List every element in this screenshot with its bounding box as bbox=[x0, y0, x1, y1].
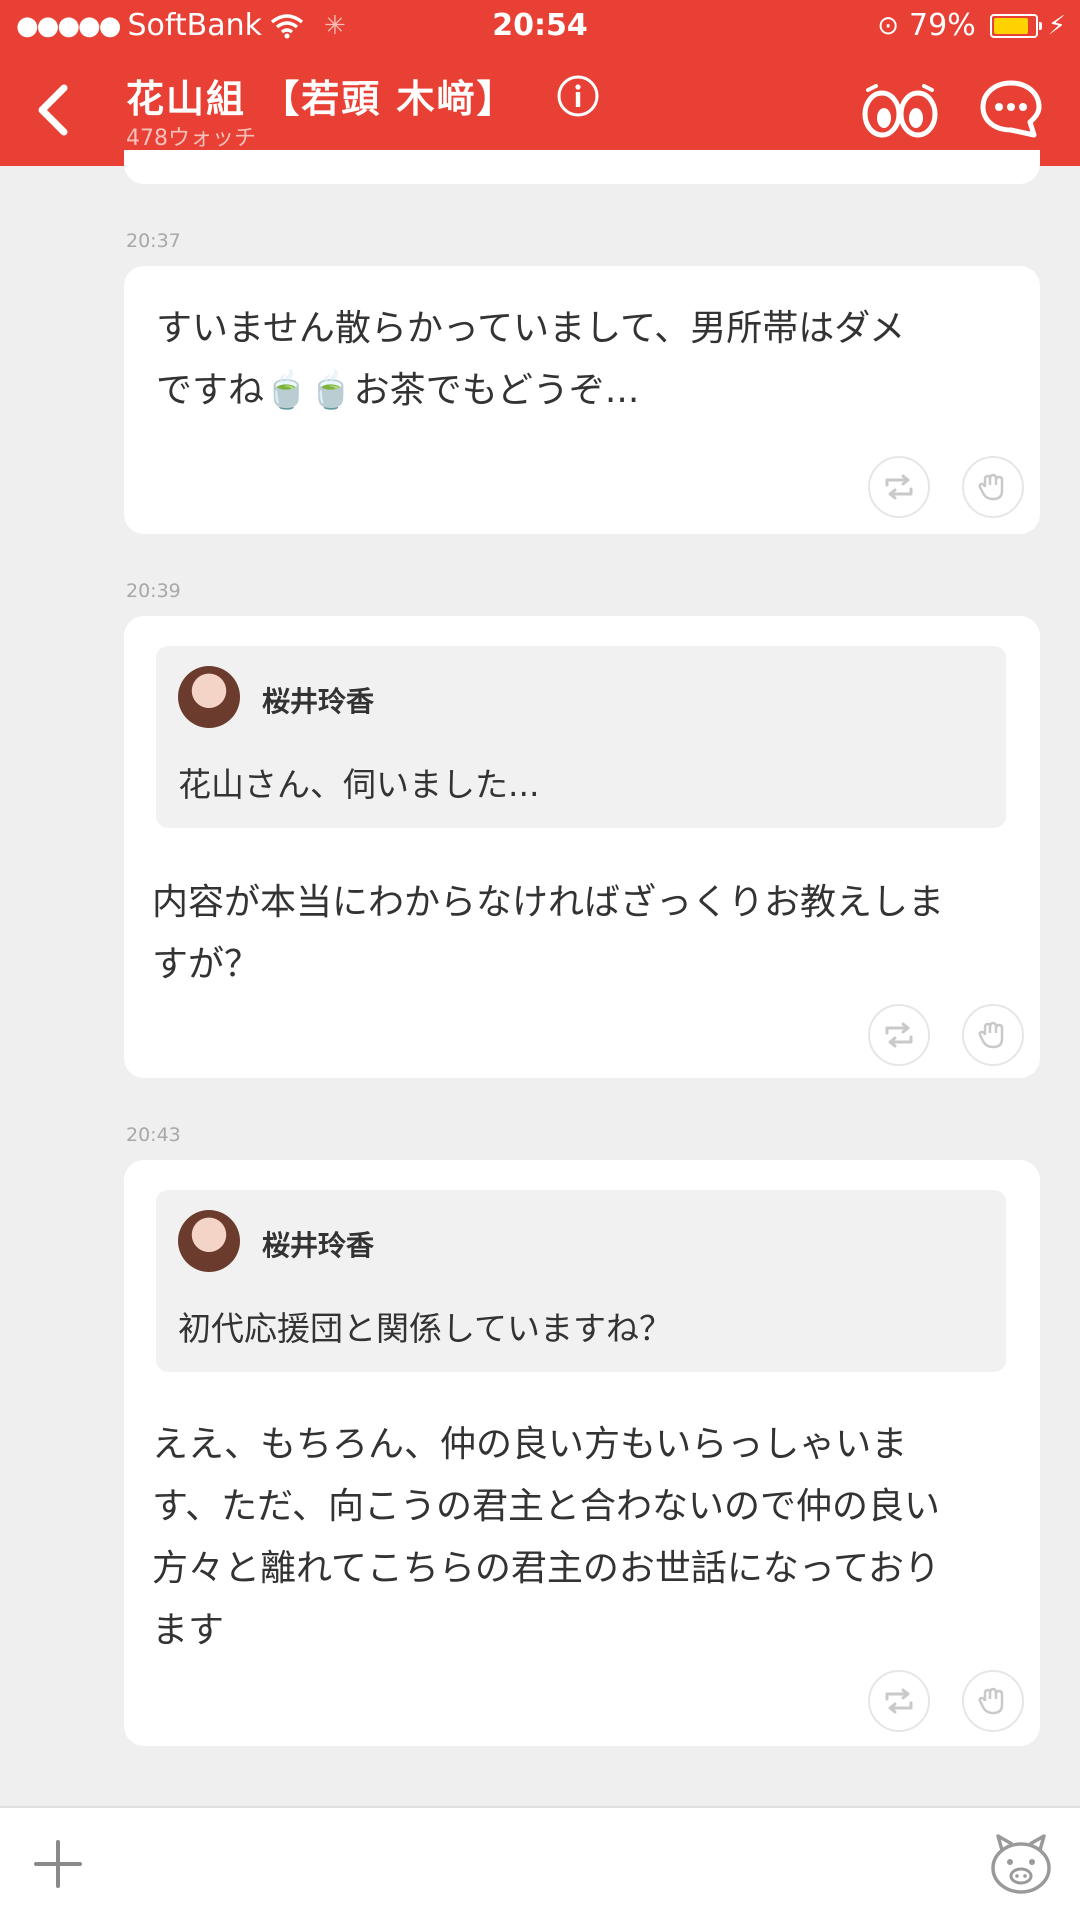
header-bar: ●●●●● SoftBank ✳ 20:54 ⊙ 79% ⚡ 花山組 【若頭 木… bbox=[0, 0, 1080, 166]
repost-button[interactable] bbox=[868, 1670, 930, 1732]
watch-count: 478ウォッチ bbox=[126, 126, 256, 151]
status-bar: ●●●●● SoftBank ✳ 20:54 ⊙ 79% ⚡ bbox=[0, 0, 1080, 52]
repost-button[interactable] bbox=[868, 1004, 930, 1066]
message-text: 内容が本当にわからなければざっくりお教えしま すが？ bbox=[152, 882, 945, 985]
message-actions bbox=[868, 1670, 1024, 1732]
message-card: 桜井玲香 花山さん、伺いました... 内容が本当にわからなければざっくりお教えし… bbox=[124, 616, 1040, 1078]
clap-button[interactable] bbox=[962, 1004, 1024, 1066]
message-time: 20:39 bbox=[126, 580, 181, 602]
repost-icon bbox=[885, 1688, 913, 1714]
battery-icon bbox=[989, 14, 1042, 38]
watch-eyes-icon[interactable] bbox=[862, 80, 938, 140]
message-text: ええ、もちろん、仲の良い方もいらっしゃいま す、ただ、向こうの君主と合わないので… bbox=[152, 1424, 941, 1651]
quoted-author-name: 桜井玲香 bbox=[262, 1229, 375, 1262]
nav-bar: 花山組 【若頭 木﨑】 478ウォッチ bbox=[0, 52, 1080, 166]
clap-button[interactable] bbox=[962, 456, 1024, 518]
message-time: 20:37 bbox=[126, 230, 181, 252]
back-icon[interactable] bbox=[26, 82, 82, 138]
message-text: すいません散らかっていまして、男所帯はダメ ですね🍵🍵お茶でもどうぞ... bbox=[156, 308, 906, 411]
quoted-author-name: 桜井玲香 bbox=[262, 685, 375, 718]
rotation-lock-icon: ⊙ bbox=[877, 11, 900, 41]
pig-stamp-icon[interactable] bbox=[988, 1830, 1054, 1896]
repost-icon bbox=[885, 1022, 913, 1048]
clap-hand-icon bbox=[978, 1021, 1004, 1049]
message-actions bbox=[868, 1004, 1024, 1066]
charging-icon: ⚡ bbox=[1047, 11, 1066, 41]
clap-button[interactable] bbox=[962, 1670, 1024, 1732]
info-icon[interactable] bbox=[556, 74, 600, 118]
repost-button[interactable] bbox=[868, 456, 930, 518]
message-actions bbox=[868, 456, 1024, 518]
quoted-text: 花山さん、伺いました... bbox=[178, 765, 540, 804]
plus-icon[interactable] bbox=[34, 1840, 82, 1888]
quoted-text: 初代応援団と関係していますね？ bbox=[178, 1309, 673, 1348]
previous-message-card bbox=[124, 150, 1040, 184]
battery-percent: 79% bbox=[909, 8, 976, 43]
quoted-message[interactable]: 桜井玲香 初代応援団と関係していますね？ bbox=[156, 1190, 1006, 1372]
chat-icon[interactable] bbox=[978, 78, 1044, 140]
clap-hand-icon bbox=[978, 473, 1004, 501]
message-card: すいません散らかっていまして、男所帯はダメ ですね🍵🍵お茶でもどうぞ... bbox=[124, 266, 1040, 534]
message-time: 20:43 bbox=[126, 1124, 181, 1146]
clap-hand-icon bbox=[978, 1687, 1004, 1715]
repost-icon bbox=[885, 474, 913, 500]
avatar[interactable] bbox=[178, 666, 240, 728]
quoted-message[interactable]: 桜井玲香 花山さん、伺いました... bbox=[156, 646, 1006, 828]
avatar[interactable] bbox=[178, 1210, 240, 1272]
channel-title[interactable]: 花山組 【若頭 木﨑】 bbox=[126, 68, 516, 123]
message-card: 桜井玲香 初代応援団と関係していますね？ ええ、もちろん、仲の良い方もいらっしゃ… bbox=[124, 1160, 1040, 1746]
bottom-bar bbox=[0, 1806, 1080, 1922]
